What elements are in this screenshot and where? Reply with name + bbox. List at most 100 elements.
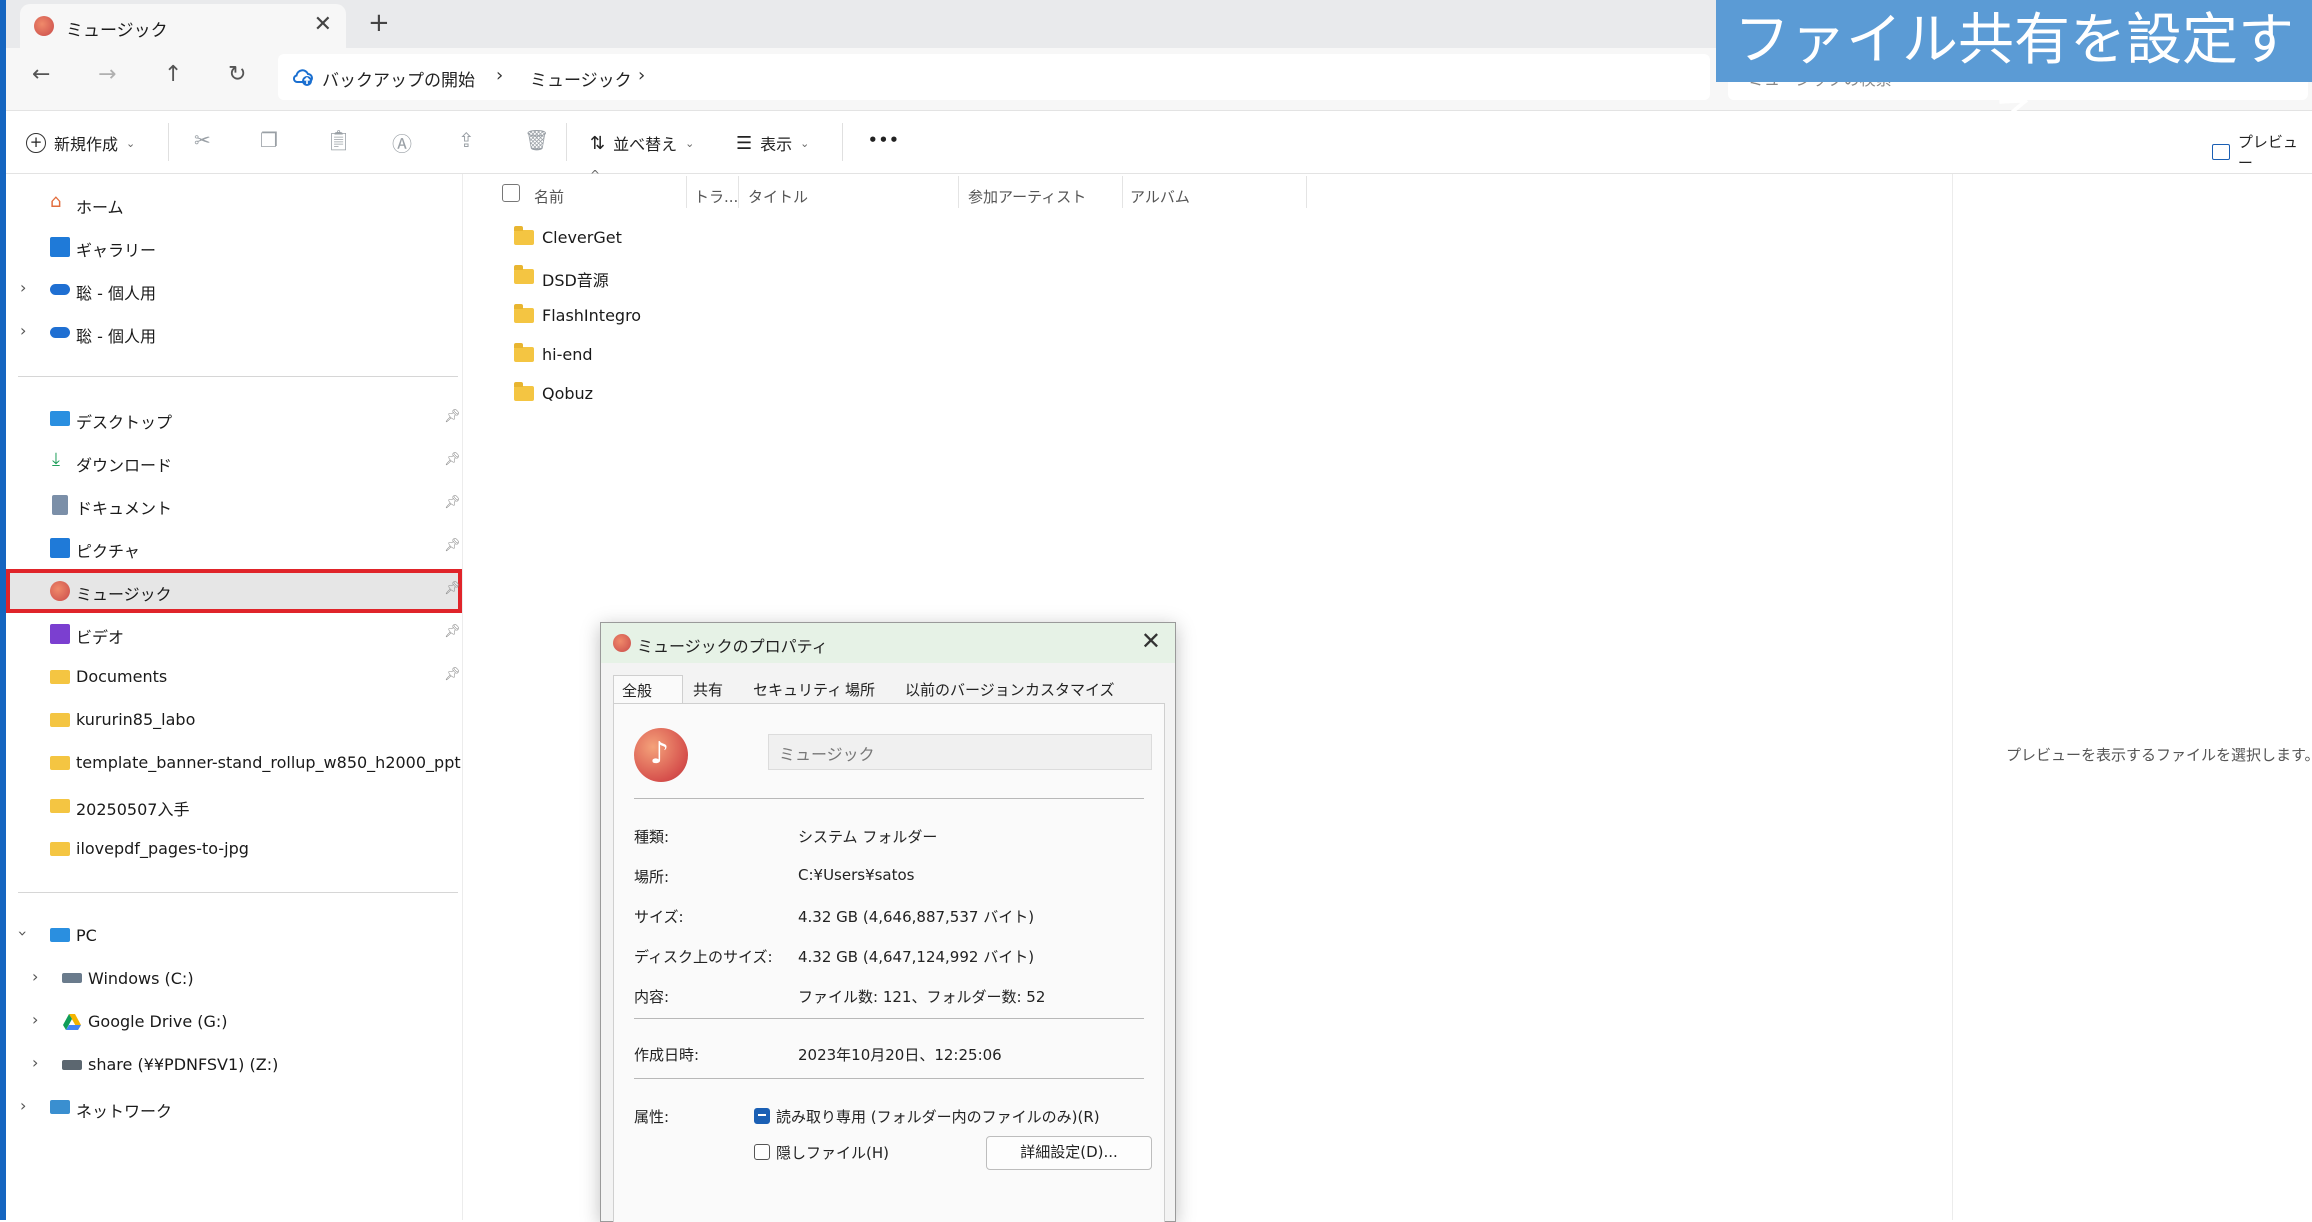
tab-customize[interactable]: カスタマイズ xyxy=(1017,675,1123,703)
new-tab-button[interactable]: + xyxy=(368,8,390,38)
chevron-right-icon[interactable]: › xyxy=(32,1010,38,1029)
list-item[interactable]: hi-end xyxy=(514,339,654,375)
sidebar-item-gallery[interactable]: ギャラリー xyxy=(6,227,462,267)
chevron-down-icon: ⌄ xyxy=(126,136,136,150)
sidebar-item-pictures[interactable]: ピクチャ 📌︎ xyxy=(6,528,462,568)
rename-icon[interactable]: Ⓐ xyxy=(392,128,412,157)
column-separator[interactable] xyxy=(1122,176,1123,208)
close-tab-icon[interactable]: ✕ xyxy=(314,12,332,37)
list-item[interactable]: DSD音源 xyxy=(514,261,654,297)
sidebar-item-videos[interactable]: ビデオ 📌︎ xyxy=(6,614,462,654)
list-item[interactable]: CleverGet xyxy=(514,222,654,258)
column-header-title[interactable]: タイトル xyxy=(748,186,808,207)
readonly-label[interactable]: 読み取り専用 (フォルダー内のファイルのみ)(R) xyxy=(776,1106,1100,1127)
pin-icon[interactable]: 📌︎ xyxy=(444,624,461,639)
select-all-checkbox[interactable] xyxy=(502,184,520,202)
folder-name-field[interactable]: ミュージック xyxy=(768,734,1152,770)
dialog-title-bar[interactable]: ミュージックのプロパティ ✕ xyxy=(601,623,1175,663)
sidebar-item-folder[interactable]: template_banner-stand_rollup_w850_h2000_… xyxy=(6,743,462,783)
delete-icon[interactable]: 🗑︎ xyxy=(524,128,549,152)
hidden-label[interactable]: 隠しファイル(H) xyxy=(776,1142,889,1163)
breadcrumb-music[interactable]: ミュージック xyxy=(530,66,632,91)
sidebar-item-folder[interactable]: 20250507入手 xyxy=(6,786,462,826)
list-item[interactable]: FlashIntegro xyxy=(514,300,654,336)
refresh-button[interactable]: ↻ xyxy=(228,62,246,87)
column-header-name[interactable]: 名前 xyxy=(534,186,564,207)
sidebar-item-music[interactable]: ミュージック 📌︎ xyxy=(6,569,462,613)
tab-security[interactable]: セキュリティ xyxy=(745,675,850,703)
chevron-right-icon[interactable]: › xyxy=(32,1053,38,1072)
folder-icon xyxy=(50,799,70,813)
address-bar[interactable]: バックアップの開始 › ミュージック › xyxy=(278,54,1710,100)
onedrive-icon xyxy=(50,327,70,338)
tab-location[interactable]: 場所 xyxy=(837,675,883,703)
navigation-pane: ⌂ ホーム ギャラリー › 聡 - 個人用 › 聡 - 個人用 デスクトップ 📌… xyxy=(6,174,463,1220)
chevron-right-icon[interactable]: › xyxy=(20,1096,26,1115)
copy-icon[interactable]: ❐ xyxy=(260,128,278,152)
view-button[interactable]: ☰ 表示 ⌄ xyxy=(736,131,809,155)
pin-icon[interactable]: 📌︎ xyxy=(444,409,461,424)
home-icon: ⌂ xyxy=(50,191,62,212)
breadcrumb-backup[interactable]: バックアップの開始 xyxy=(322,66,475,91)
pin-icon[interactable]: 📌︎ xyxy=(444,667,461,682)
chevron-right-icon[interactable]: › xyxy=(20,321,26,340)
sidebar-item-drive-z[interactable]: › share (¥¥PDNFSV1) (Z:) xyxy=(6,1045,462,1085)
sidebar-item-label: Windows (C:) xyxy=(88,969,194,988)
view-icon: ☰ xyxy=(736,132,753,154)
advanced-button[interactable]: 詳細設定(D)... xyxy=(986,1136,1152,1170)
preview-toggle-button[interactable]: プレビュー xyxy=(2212,131,2312,173)
sidebar-item-documents[interactable]: ドキュメント 📌︎ xyxy=(6,485,462,525)
column-separator[interactable] xyxy=(738,176,739,208)
sidebar-item-desktop[interactable]: デスクトップ 📌︎ xyxy=(6,399,462,439)
up-button[interactable]: ↑ xyxy=(164,62,182,87)
chevron-down-icon: ⌄ xyxy=(685,136,695,150)
tab-general[interactable]: 全般 xyxy=(613,675,683,703)
sidebar-item-onedrive-1[interactable]: › 聡 - 個人用 xyxy=(6,270,462,310)
sidebar-item-drive-g[interactable]: › Google Drive (G:) xyxy=(6,1002,462,1042)
hidden-checkbox[interactable] xyxy=(754,1144,770,1160)
chevron-right-icon[interactable]: › xyxy=(32,967,38,986)
tab-previous-versions[interactable]: 以前のバージョン xyxy=(897,675,1033,703)
tab-sharing[interactable]: 共有 xyxy=(685,675,731,703)
chevron-down-icon[interactable]: › xyxy=(14,930,33,936)
list-item[interactable]: Qobuz xyxy=(514,378,654,414)
disk-size-label: ディスク上のサイズ: xyxy=(634,948,773,966)
tab-music[interactable]: ミュージック ✕ xyxy=(20,4,346,48)
sidebar-item-downloads[interactable]: ⤓ ダウンロード 📌︎ xyxy=(6,442,462,482)
sidebar-item-network[interactable]: › ネットワーク xyxy=(6,1088,462,1128)
sidebar-item-label: Documents xyxy=(76,667,168,686)
readonly-checkbox[interactable] xyxy=(754,1108,770,1124)
new-button[interactable]: + 新規作成 ⌄ xyxy=(26,131,135,155)
sidebar-item-folder[interactable]: ilovepdf_pages-to-jpg xyxy=(6,829,462,869)
column-header-album[interactable]: アルバム xyxy=(1130,186,1190,207)
column-header-track[interactable]: トラ... xyxy=(694,186,738,207)
column-separator[interactable] xyxy=(686,176,687,208)
pin-icon[interactable]: 📌︎ xyxy=(444,538,461,553)
pin-icon[interactable]: 📌︎ xyxy=(444,581,461,596)
sidebar-item-label: ホーム xyxy=(76,198,124,217)
chevron-right-icon[interactable]: › xyxy=(20,278,26,297)
pin-icon[interactable]: 📌︎ xyxy=(444,452,461,467)
sidebar-item-label: Google Drive (G:) xyxy=(88,1012,228,1031)
sort-button[interactable]: ⇅ 並べ替え ⌄ xyxy=(590,131,694,155)
close-icon[interactable]: ✕ xyxy=(1141,627,1161,655)
cut-icon[interactable]: ✂ xyxy=(194,128,211,152)
sidebar-item-drive-c[interactable]: › Windows (C:) xyxy=(6,959,462,999)
sidebar-item-documents-folder[interactable]: Documents 📌︎ xyxy=(6,657,462,697)
sidebar-item-home[interactable]: ⌂ ホーム xyxy=(6,184,462,224)
sidebar-item-pc[interactable]: › PC xyxy=(6,916,462,956)
new-label: 新規作成 xyxy=(54,135,119,154)
more-options-button[interactable]: ••• xyxy=(868,131,900,149)
column-separator[interactable] xyxy=(958,176,959,208)
share-icon[interactable]: ⇪ xyxy=(458,128,475,152)
back-button[interactable]: ← xyxy=(32,62,50,87)
forward-button[interactable]: → xyxy=(98,62,116,87)
pin-icon[interactable]: 📌︎ xyxy=(444,495,461,510)
music-icon xyxy=(613,634,631,652)
column-header-artist[interactable]: 参加アーティスト xyxy=(968,186,1086,207)
column-separator[interactable] xyxy=(1306,176,1307,208)
folder-name-value: ミュージック xyxy=(779,745,875,764)
sidebar-item-onedrive-2[interactable]: › 聡 - 個人用 xyxy=(6,313,462,353)
paste-icon[interactable]: 📋︎ xyxy=(326,128,351,152)
sidebar-item-folder[interactable]: kururin85_labo xyxy=(6,700,462,740)
